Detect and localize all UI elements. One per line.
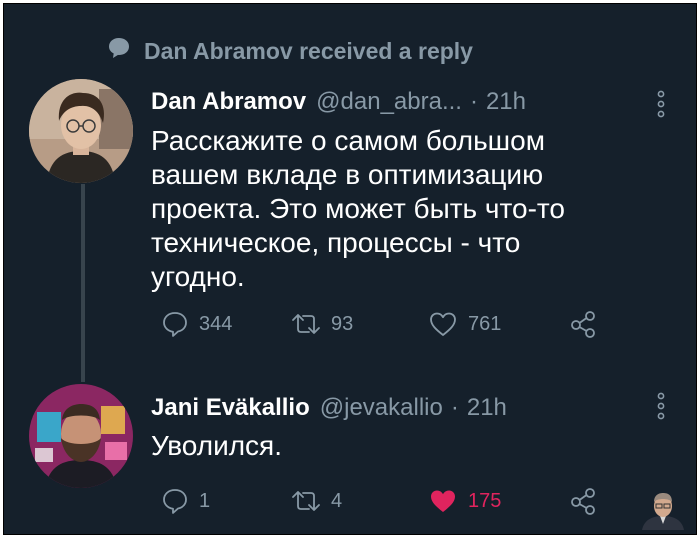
social-context: Dan Abramov received a reply [108, 37, 473, 65]
tweet2-actions: 1 4 175 [161, 486, 598, 516]
tweet2-reply-button[interactable]: 1 [161, 487, 291, 515]
corner-thumbnail-photo [636, 490, 690, 530]
share-icon [571, 311, 595, 338]
tweet1-like-count: 761 [468, 312, 502, 335]
heart-icon [430, 312, 456, 336]
avatar-dan-abramov[interactable] [29, 79, 133, 183]
tweet1-text-line: Расскажите о самом большом [151, 125, 545, 156]
tweet2-retweet-button[interactable]: 4 [291, 487, 428, 515]
tweet2-text: Уволился. [151, 430, 282, 461]
tweet1-text-line: техническое, процессы - что [151, 227, 521, 258]
tweet2-like-button[interactable]: 175 [428, 487, 568, 515]
tweet1-more-options-icon[interactable] [655, 90, 667, 118]
tweet2-share-button[interactable] [568, 486, 598, 516]
speech-bubble-icon [108, 37, 130, 65]
tweet1-timestamp[interactable]: 21h [486, 88, 526, 116]
tweet2-reply-count: 1 [199, 489, 211, 512]
retweet-icon [292, 314, 320, 334]
tweet1-text: Расскажите о самом большом вашем вкладе … [151, 124, 565, 294]
thread-connector-line [81, 184, 85, 382]
tweet2-author-name[interactable]: Jani Eväkallio [151, 394, 310, 422]
tweet1-text-line: угодно. [151, 261, 245, 292]
tweet1-header: Dan Abramov @dan_abra... · 21h [151, 88, 526, 116]
tweet2-timestamp[interactable]: 21h [467, 394, 507, 422]
heart-filled-icon [431, 490, 455, 512]
tweet1-share-button[interactable] [568, 309, 598, 339]
tweet1-author-name[interactable]: Dan Abramov [151, 88, 306, 116]
social-context-text: Dan Abramov received a reply [144, 37, 473, 64]
tweet1-reply-button[interactable]: 344 [161, 310, 291, 338]
tweet1-retweet-button[interactable]: 93 [291, 310, 428, 338]
tweet1-retweet-count: 93 [331, 312, 354, 335]
reply-icon [163, 312, 187, 337]
tweet1-like-button[interactable]: 761 [428, 310, 568, 338]
tweet1-separator: · [469, 88, 478, 115]
tweet2-like-count: 175 [468, 489, 502, 512]
share-icon [571, 488, 595, 515]
tweet2-more-options-icon[interactable] [655, 392, 667, 420]
tweet1-text-line: вашем вкладе в оптимизацию [151, 159, 544, 190]
tweet1-actions: 344 93 761 [161, 309, 598, 339]
retweet-icon [292, 491, 320, 511]
tweet2-header: Jani Eväkallio @jevakallio · 21h [151, 394, 507, 422]
tweet1-text-line: проекта. Это может быть что-то [151, 193, 565, 224]
tweet-thread-screenshot: Dan Abramov received a reply Dan Abramov… [3, 3, 697, 535]
avatar-jani-evakallio[interactable] [29, 384, 133, 488]
tweet2-separator: · [450, 394, 459, 421]
reply-icon [163, 489, 187, 514]
tweet1-reply-count: 344 [199, 312, 233, 335]
tweet2-retweet-count: 4 [331, 489, 343, 512]
tweet2-handle[interactable]: @jevakallio [320, 394, 443, 422]
tweet1-handle[interactable]: @dan_abra... [316, 88, 462, 116]
